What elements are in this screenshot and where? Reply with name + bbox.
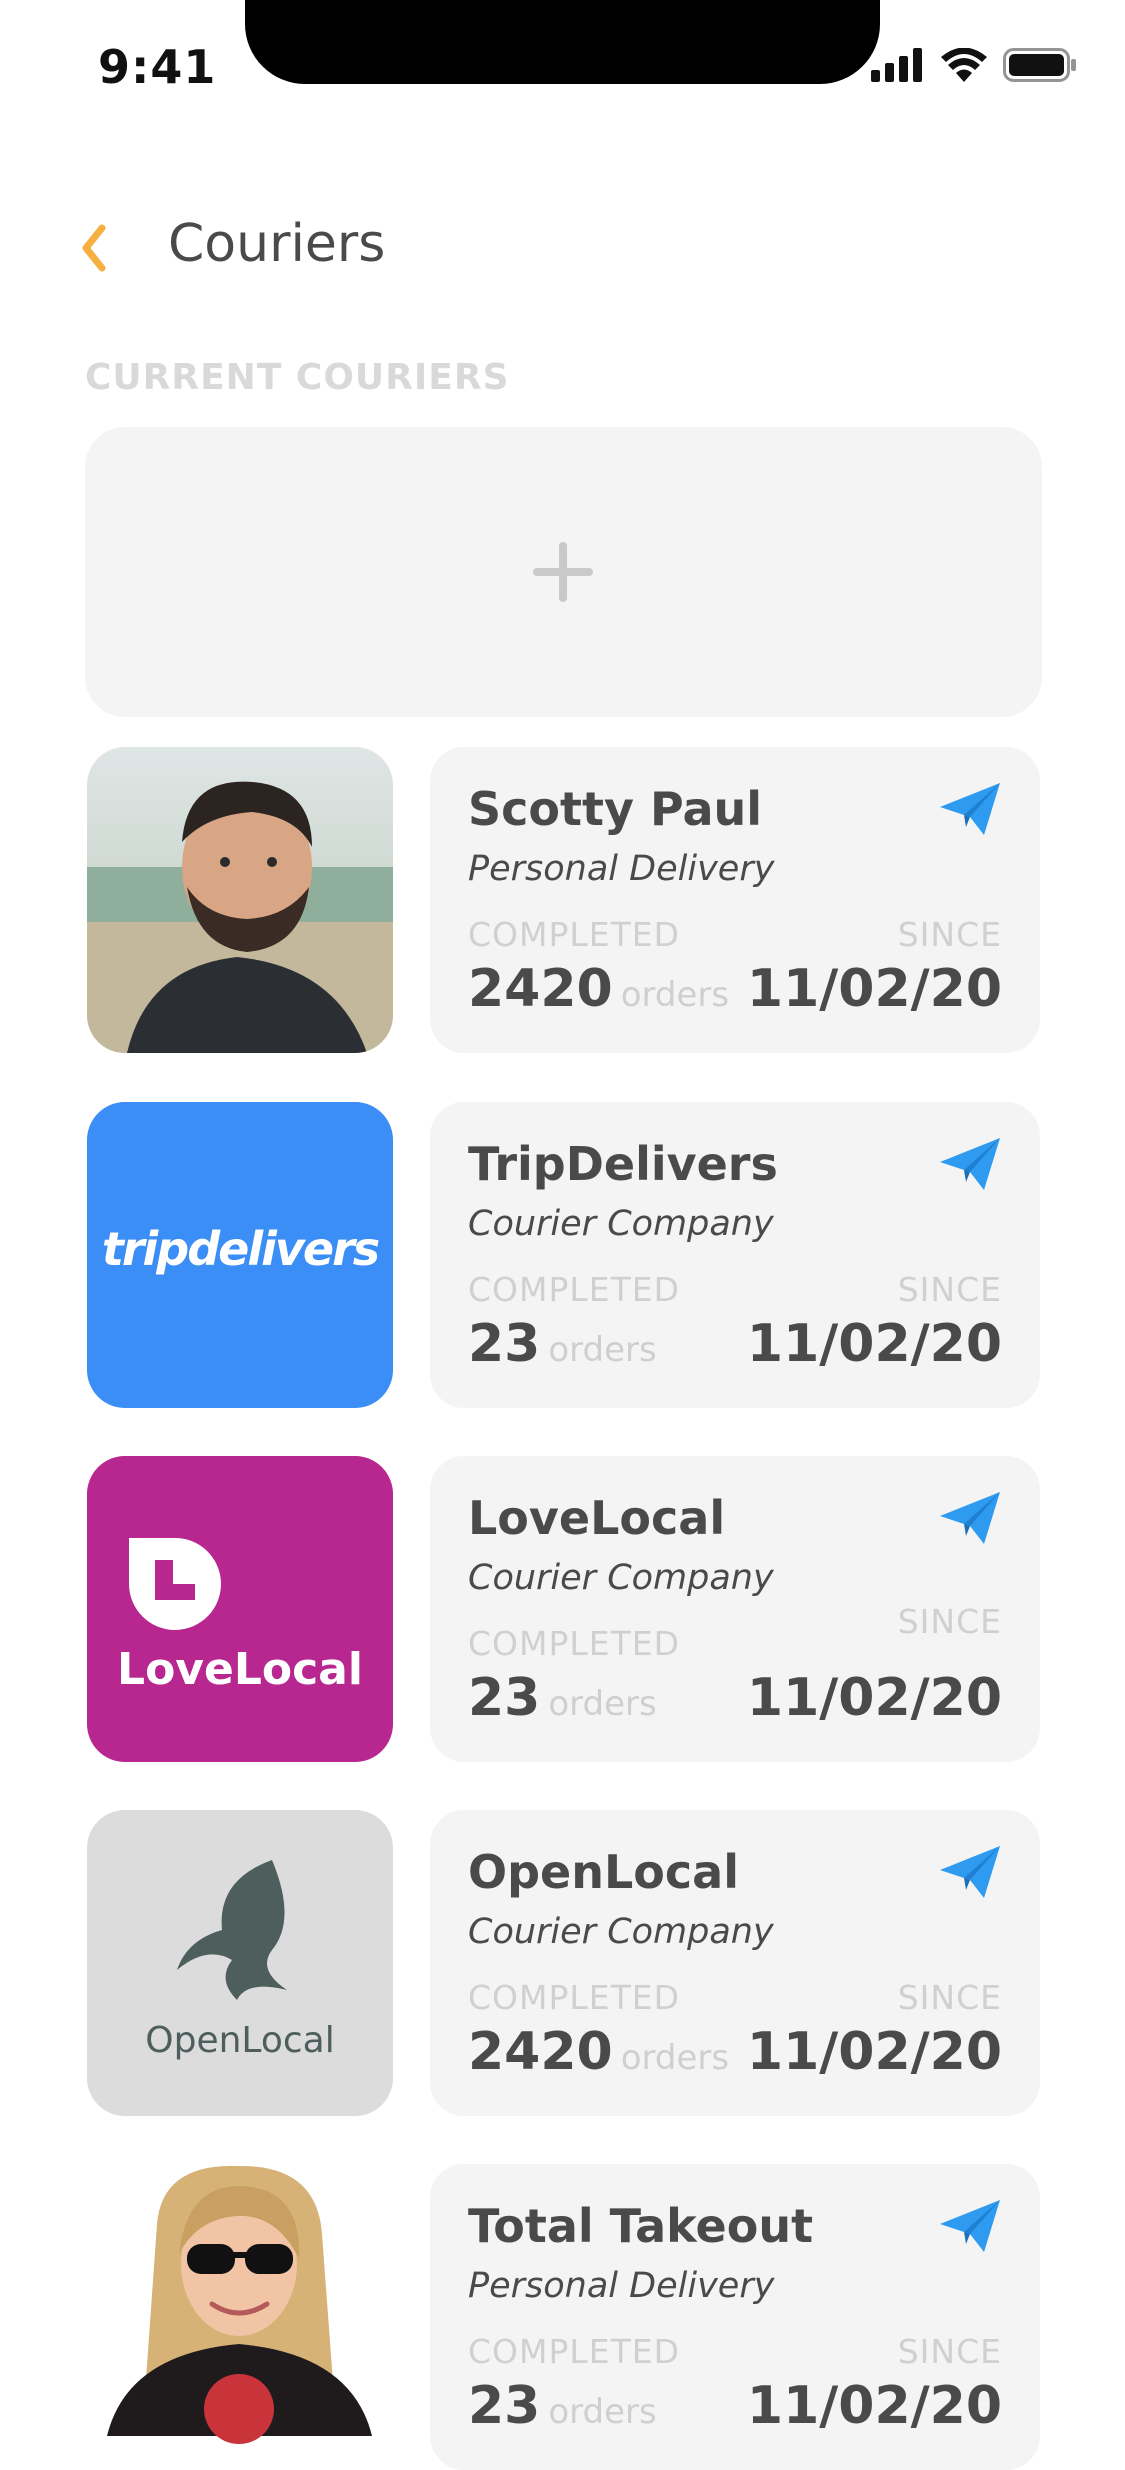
person-photo-avatar	[87, 747, 393, 1053]
since-date: 11/02/20	[746, 1314, 1002, 1374]
since-date: 11/02/20	[746, 2022, 1002, 2082]
lovelocal-logo-mark	[129, 1537, 221, 1630]
orders-label: orders	[548, 1330, 657, 1370]
courier-row: LoveLocal LoveLocal Courier Company COMP…	[0, 1456, 1125, 1762]
plus-icon	[533, 542, 593, 602]
orders-label: orders	[548, 2392, 657, 2432]
completed-count: 2420 orders	[468, 959, 729, 1019]
courier-card[interactable]: TripDelivers Courier Company COMPLETED S…	[430, 1102, 1040, 1408]
completed-count: 2420 orders	[468, 2022, 729, 2082]
count-value: 23	[468, 1668, 541, 1728]
since-label: SINCE	[897, 1602, 1002, 1641]
courier-type: Personal Delivery	[468, 2266, 775, 2306]
tripdelivers-logo: tripdelivers	[101, 1222, 380, 1276]
since-label: SINCE	[897, 915, 1002, 954]
completed-label: COMPLETED	[468, 1270, 681, 1309]
status-icons	[871, 48, 1077, 82]
since-date: 11/02/20	[746, 959, 1002, 1019]
completed-label: COMPLETED	[468, 1978, 681, 2017]
orders-label: orders	[620, 975, 730, 1015]
courier-card[interactable]: LoveLocal Courier Company COMPLETED SINC…	[430, 1456, 1040, 1762]
avatar: OpenLocal	[87, 1810, 393, 2116]
openlocal-logo-mark	[177, 1860, 287, 2000]
person-photo-avatar	[107, 2165, 372, 2444]
completed-count: 23 orders	[468, 1668, 657, 1728]
completed-label: COMPLETED	[468, 1624, 681, 1663]
paper-plane-icon[interactable]	[938, 781, 1002, 837]
completed-label: COMPLETED	[468, 915, 681, 954]
navigation-header: Couriers	[0, 200, 1125, 300]
since-label: SINCE	[897, 1270, 1002, 1309]
avatar: tripdelivers	[87, 1102, 393, 1408]
completed-count: 23 orders	[468, 1314, 657, 1374]
device-notch	[245, 0, 880, 84]
signal-icon	[871, 48, 922, 82]
paper-plane-icon[interactable]	[938, 2198, 1002, 2254]
courier-type: Courier Company	[468, 1912, 774, 1952]
lovelocal-logo: LoveLocal	[117, 1644, 363, 1695]
page-title: Couriers	[168, 214, 386, 274]
completed-label: COMPLETED	[468, 2332, 681, 2371]
avatar: LoveLocal	[87, 1456, 393, 1762]
chevron-left-icon	[82, 224, 106, 272]
courier-type: Courier Company	[468, 1558, 774, 1598]
courier-name: Scotty Paul	[468, 782, 763, 836]
add-courier-button[interactable]	[85, 427, 1042, 717]
courier-row: Scotty Paul Personal Delivery COMPLETED …	[0, 747, 1125, 1053]
status-time: 9:41	[98, 40, 217, 94]
courier-row: OpenLocal OpenLocal Courier Company COMP…	[0, 1810, 1125, 2116]
since-date: 11/02/20	[746, 2376, 1002, 2436]
wifi-icon	[941, 48, 987, 82]
completed-count: 23 orders	[468, 2376, 657, 2436]
since-date: 11/02/20	[746, 1668, 1002, 1728]
courier-name: OpenLocal	[468, 1845, 739, 1899]
section-label: CURRENT COURIERS	[85, 357, 510, 398]
back-button[interactable]	[70, 218, 130, 278]
openlocal-logo: OpenLocal	[145, 2020, 335, 2061]
since-label: SINCE	[897, 1978, 1002, 2017]
courier-card[interactable]: Total Takeout Personal Delivery COMPLETE…	[430, 2164, 1040, 2470]
avatar	[87, 747, 393, 1053]
paper-plane-icon[interactable]	[938, 1844, 1002, 1900]
paper-plane-icon[interactable]	[938, 1136, 1002, 1192]
courier-row: tripdelivers TripDelivers Courier Compan…	[0, 1102, 1125, 1408]
courier-name: TripDelivers	[468, 1137, 778, 1191]
courier-card[interactable]: Scotty Paul Personal Delivery COMPLETED …	[430, 747, 1040, 1053]
courier-name: LoveLocal	[468, 1491, 726, 1545]
count-value: 2420	[468, 2022, 613, 2082]
courier-type: Courier Company	[468, 1204, 774, 1244]
orders-label: orders	[620, 2038, 730, 2078]
count-value: 2420	[468, 959, 613, 1019]
courier-row: Total Takeout Personal Delivery COMPLETE…	[0, 2164, 1125, 2470]
status-bar: 9:41	[0, 0, 1125, 130]
paper-plane-icon[interactable]	[938, 1490, 1002, 1546]
courier-name: Total Takeout	[468, 2199, 814, 2253]
courier-type: Personal Delivery	[468, 849, 775, 889]
courier-card[interactable]: OpenLocal Courier Company COMPLETED SINC…	[430, 1810, 1040, 2116]
avatar	[87, 2164, 393, 2470]
count-value: 23	[468, 1314, 541, 1374]
count-value: 23	[468, 2376, 541, 2436]
orders-label: orders	[548, 1684, 657, 1724]
battery-icon	[1003, 48, 1076, 82]
since-label: SINCE	[897, 2332, 1002, 2371]
